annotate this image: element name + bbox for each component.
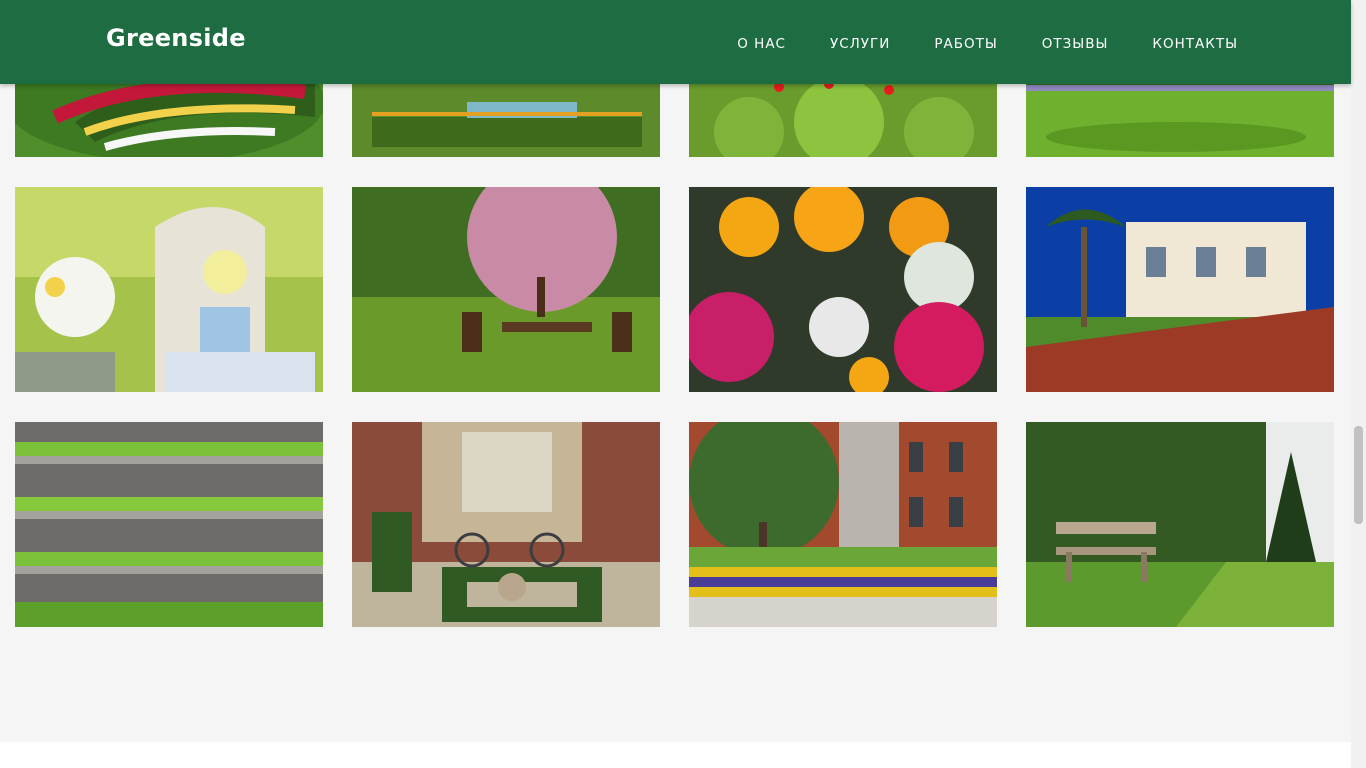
gallery-photo-bench-garden-path[interactable] [1026,422,1334,627]
gallery-photo-garden-table-tree[interactable] [352,187,660,392]
gallery-photo-villa-palm-trees[interactable] [1026,187,1334,392]
site-header: Greenside О НАС УСЛУГИ РАБОТЫ ОТЗЫВЫ КОН… [0,0,1351,84]
scrollbar-thumb[interactable] [1354,426,1363,524]
brand-logo[interactable]: Greenside [106,24,246,52]
main-nav: О НАС УСЛУГИ РАБОТЫ ОТЗЫВЫ КОНТАКТЫ [737,33,1238,52]
nav-link-contacts[interactable]: КОНТАКТЫ [1152,36,1238,52]
footer-section-top [0,742,1351,768]
gallery-photo-daisies-on-chair[interactable] [15,187,323,392]
gallery-photo-marigolds-bouquet[interactable] [689,187,997,392]
vertical-scrollbar[interactable] [1351,0,1366,768]
works-gallery [0,0,1351,742]
nav-link-works[interactable]: РАБОТЫ [934,36,997,52]
nav-link-services[interactable]: УСЛУГИ [830,36,890,52]
gallery-photo-green-balconies[interactable] [15,422,323,627]
nav-link-reviews[interactable]: ОТЗЫВЫ [1042,36,1109,52]
nav-link-about[interactable]: О НАС [737,36,786,52]
gallery-photo-brick-building-flowerbed[interactable] [689,422,997,627]
gallery-photo-bicycle-hedge-garden[interactable] [352,422,660,627]
